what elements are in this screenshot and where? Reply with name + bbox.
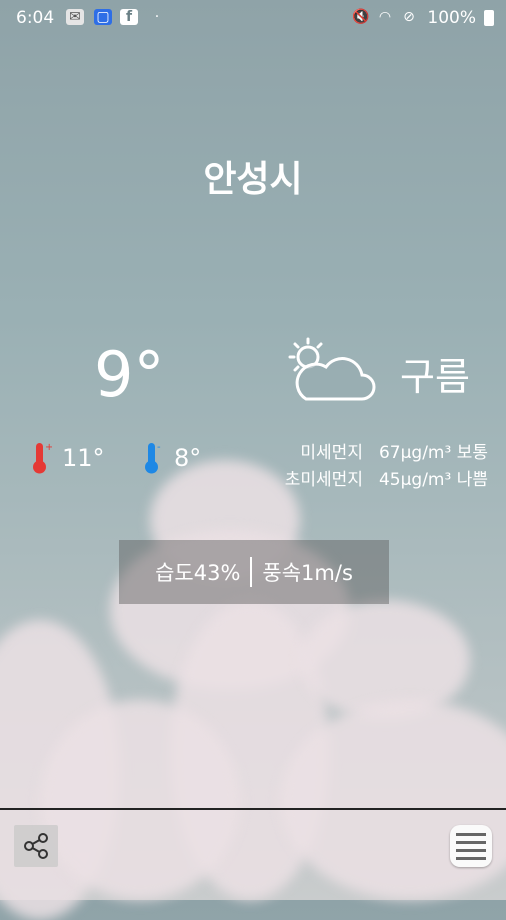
ultrafine-dust-value: 45μg/m³ 나쁨: [378, 470, 488, 490]
air-quality: 미세먼지 67μg/m³ 보통 초미세먼지 45μg/m³ 나쁨: [269, 440, 488, 494]
menu-line: [456, 848, 486, 852]
weather-condition: 구름: [400, 355, 470, 399]
app-notification-icon: ▢: [94, 9, 112, 25]
low-temperature: - 8°: [142, 441, 201, 475]
status-bar: 6:04 ✉ ▢ f · 🔇 ◠ ⊘ 100%: [0, 0, 506, 36]
svg-text:+: +: [45, 442, 52, 453]
high-temperature: + 11°: [30, 441, 105, 475]
thermometer-high-icon: +: [33, 442, 52, 474]
mute-icon: 🔇: [352, 9, 370, 25]
current-temperature: 9°: [94, 338, 165, 411]
menu-button[interactable]: [450, 825, 492, 867]
svg-text:-: -: [157, 442, 161, 453]
gmail-icon: ✉: [66, 9, 84, 25]
high-temperature-value: 11°: [62, 444, 105, 472]
do-not-disturb-icon: ⊘: [403, 9, 415, 25]
more-notifications-icon: ·: [154, 9, 160, 25]
low-temperature-value: 8°: [174, 444, 202, 472]
battery-icon: [484, 10, 494, 26]
ultrafine-dust-label: 초미세먼지: [284, 470, 363, 490]
humidity-wind-box: 습도43% 풍속1m/s: [119, 540, 389, 604]
fine-dust-row: 미세먼지 67μg/m³ 보통: [269, 440, 488, 467]
humidity: 습도43%: [155, 561, 241, 585]
cloudy-icon: [288, 337, 376, 401]
thermometer-low-icon: -: [145, 442, 161, 474]
battery-percent: 100%: [427, 8, 476, 28]
bottom-divider: [0, 808, 506, 810]
share-icon: [24, 833, 48, 859]
share-button[interactable]: [14, 825, 58, 867]
menu-line: [456, 856, 486, 860]
ultrafine-dust-row: 초미세먼지 45μg/m³ 나쁨: [269, 467, 488, 494]
fine-dust-label: 미세먼지: [300, 443, 363, 463]
status-time: 6:04: [16, 8, 55, 28]
menu-line: [456, 832, 486, 836]
city-name: 안성시: [203, 159, 303, 200]
menu-line: [456, 840, 486, 844]
wind-speed: 풍속1m/s: [262, 561, 353, 585]
wifi-icon: ◠: [378, 9, 392, 25]
facebook-icon: f: [120, 9, 138, 25]
fine-dust-value: 67μg/m³ 보통: [378, 443, 488, 463]
separator: [250, 557, 253, 587]
